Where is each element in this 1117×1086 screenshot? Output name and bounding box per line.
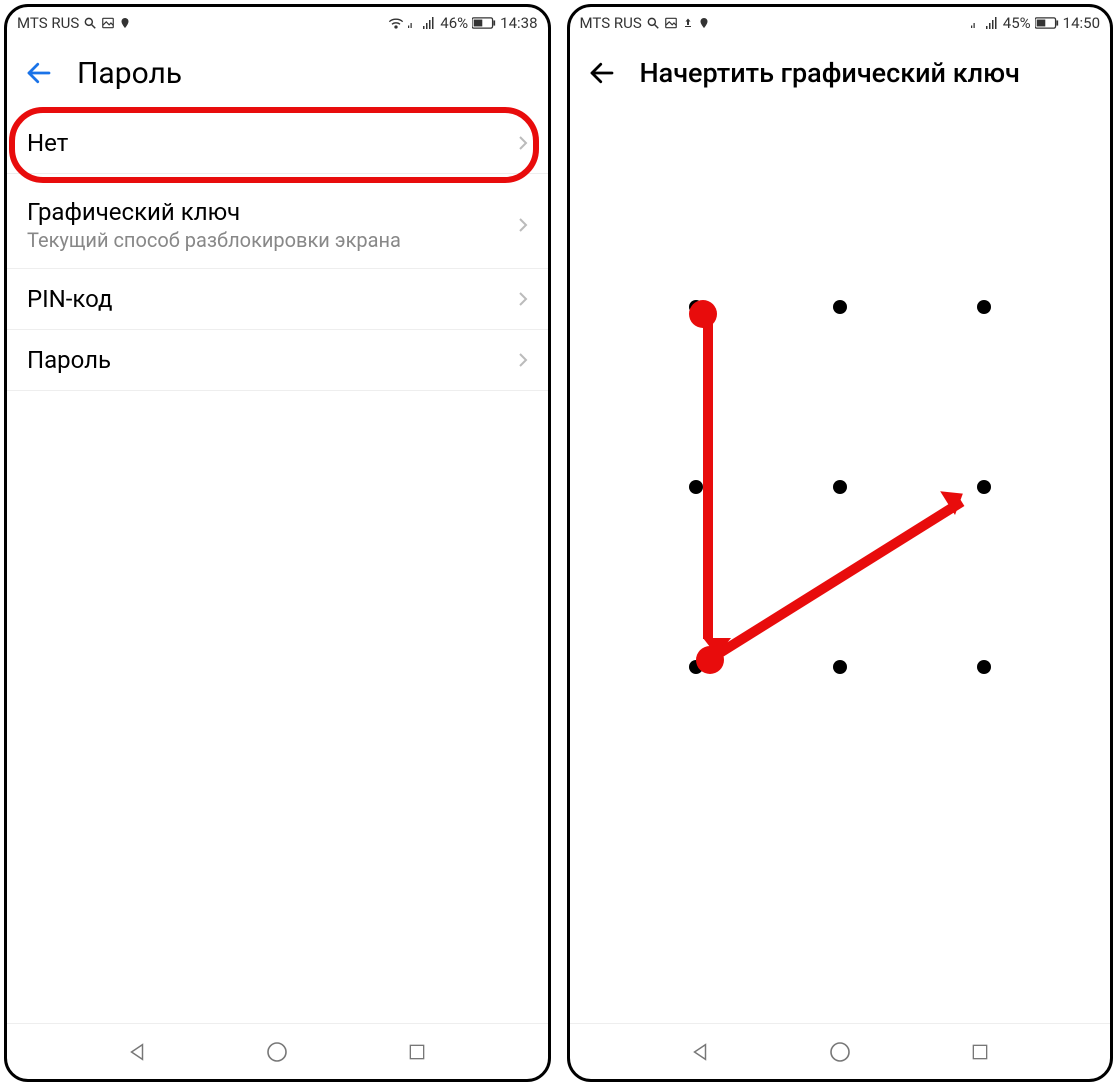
chevron-right-icon bbox=[518, 217, 528, 233]
chevron-right-icon bbox=[518, 291, 528, 307]
settings-list: Нет Графический ключ Текущий способ разб… bbox=[7, 107, 548, 1023]
phone-left: MTS RUS 46% 14:38 bbox=[4, 4, 551, 1082]
wifi-icon bbox=[388, 17, 404, 29]
signal-icon bbox=[422, 17, 436, 29]
chevron-right-icon bbox=[518, 352, 528, 368]
nav-recent-button[interactable] bbox=[397, 1032, 437, 1072]
back-button[interactable] bbox=[21, 55, 57, 91]
battery-icon bbox=[1035, 17, 1059, 29]
pattern-arrow-1 bbox=[703, 319, 713, 639]
signal-icon bbox=[985, 17, 999, 29]
option-pin[interactable]: PIN-код bbox=[7, 269, 548, 330]
option-password[interactable]: Пароль bbox=[7, 330, 548, 391]
signal-small-icon bbox=[408, 17, 418, 29]
pattern-start-dot bbox=[689, 300, 717, 328]
nav-bar bbox=[570, 1023, 1111, 1079]
status-bar: MTS RUS 46% 14:38 bbox=[7, 7, 548, 39]
battery-icon bbox=[472, 17, 496, 29]
status-bar: MTS RUS 45% 14:50 bbox=[570, 7, 1111, 39]
signal-small-icon bbox=[971, 17, 981, 29]
nav-home-button[interactable] bbox=[820, 1032, 860, 1072]
page-title: Пароль bbox=[77, 56, 182, 91]
pattern-dot[interactable] bbox=[977, 300, 991, 314]
option-none[interactable]: Нет bbox=[7, 107, 548, 174]
carrier-label: MTS RUS bbox=[580, 14, 642, 32]
option-label: Нет bbox=[27, 129, 68, 157]
pattern-dot[interactable] bbox=[833, 300, 847, 314]
upload-icon bbox=[682, 16, 694, 30]
option-label: Пароль bbox=[27, 346, 111, 374]
location-icon bbox=[119, 16, 131, 30]
pattern-grid[interactable] bbox=[660, 307, 1020, 667]
nav-back-button[interactable] bbox=[680, 1032, 720, 1072]
option-sublabel: Текущий способ разблокировки экрана bbox=[27, 228, 401, 252]
page-title: Начертить графический ключ bbox=[640, 57, 1020, 89]
pattern-dot[interactable] bbox=[689, 480, 703, 494]
image-icon bbox=[101, 16, 115, 30]
nav-recent-button[interactable] bbox=[960, 1032, 1000, 1072]
clock-label: 14:50 bbox=[1063, 14, 1100, 32]
pattern-dot[interactable] bbox=[833, 480, 847, 494]
pattern-active-dot bbox=[696, 646, 724, 674]
search-icon bbox=[646, 16, 660, 30]
nav-home-button[interactable] bbox=[257, 1032, 297, 1072]
app-header: Пароль bbox=[7, 39, 548, 107]
back-button[interactable] bbox=[584, 55, 620, 91]
pattern-dot[interactable] bbox=[833, 660, 847, 674]
pattern-dot[interactable] bbox=[977, 480, 991, 494]
option-label: PIN-код bbox=[27, 285, 112, 313]
battery-percent: 45% bbox=[1003, 14, 1031, 32]
nav-bar bbox=[7, 1023, 548, 1079]
carrier-label: MTS RUS bbox=[17, 14, 79, 32]
phone-right: MTS RUS 45% 14:50 bbox=[567, 4, 1114, 1082]
pattern-content bbox=[570, 107, 1111, 1023]
pattern-dot[interactable] bbox=[977, 660, 991, 674]
chevron-right-icon bbox=[518, 135, 528, 151]
nav-back-button[interactable] bbox=[117, 1032, 157, 1072]
option-pattern[interactable]: Графический ключ Текущий способ разблоки… bbox=[7, 174, 548, 269]
option-label: Графический ключ bbox=[27, 198, 401, 226]
pattern-arrow-2 bbox=[705, 497, 965, 664]
location-icon bbox=[698, 16, 710, 30]
battery-percent: 46% bbox=[440, 14, 468, 32]
app-header: Начертить графический ключ bbox=[570, 39, 1111, 107]
image-icon bbox=[664, 16, 678, 30]
search-icon bbox=[83, 16, 97, 30]
clock-label: 14:38 bbox=[500, 14, 537, 32]
